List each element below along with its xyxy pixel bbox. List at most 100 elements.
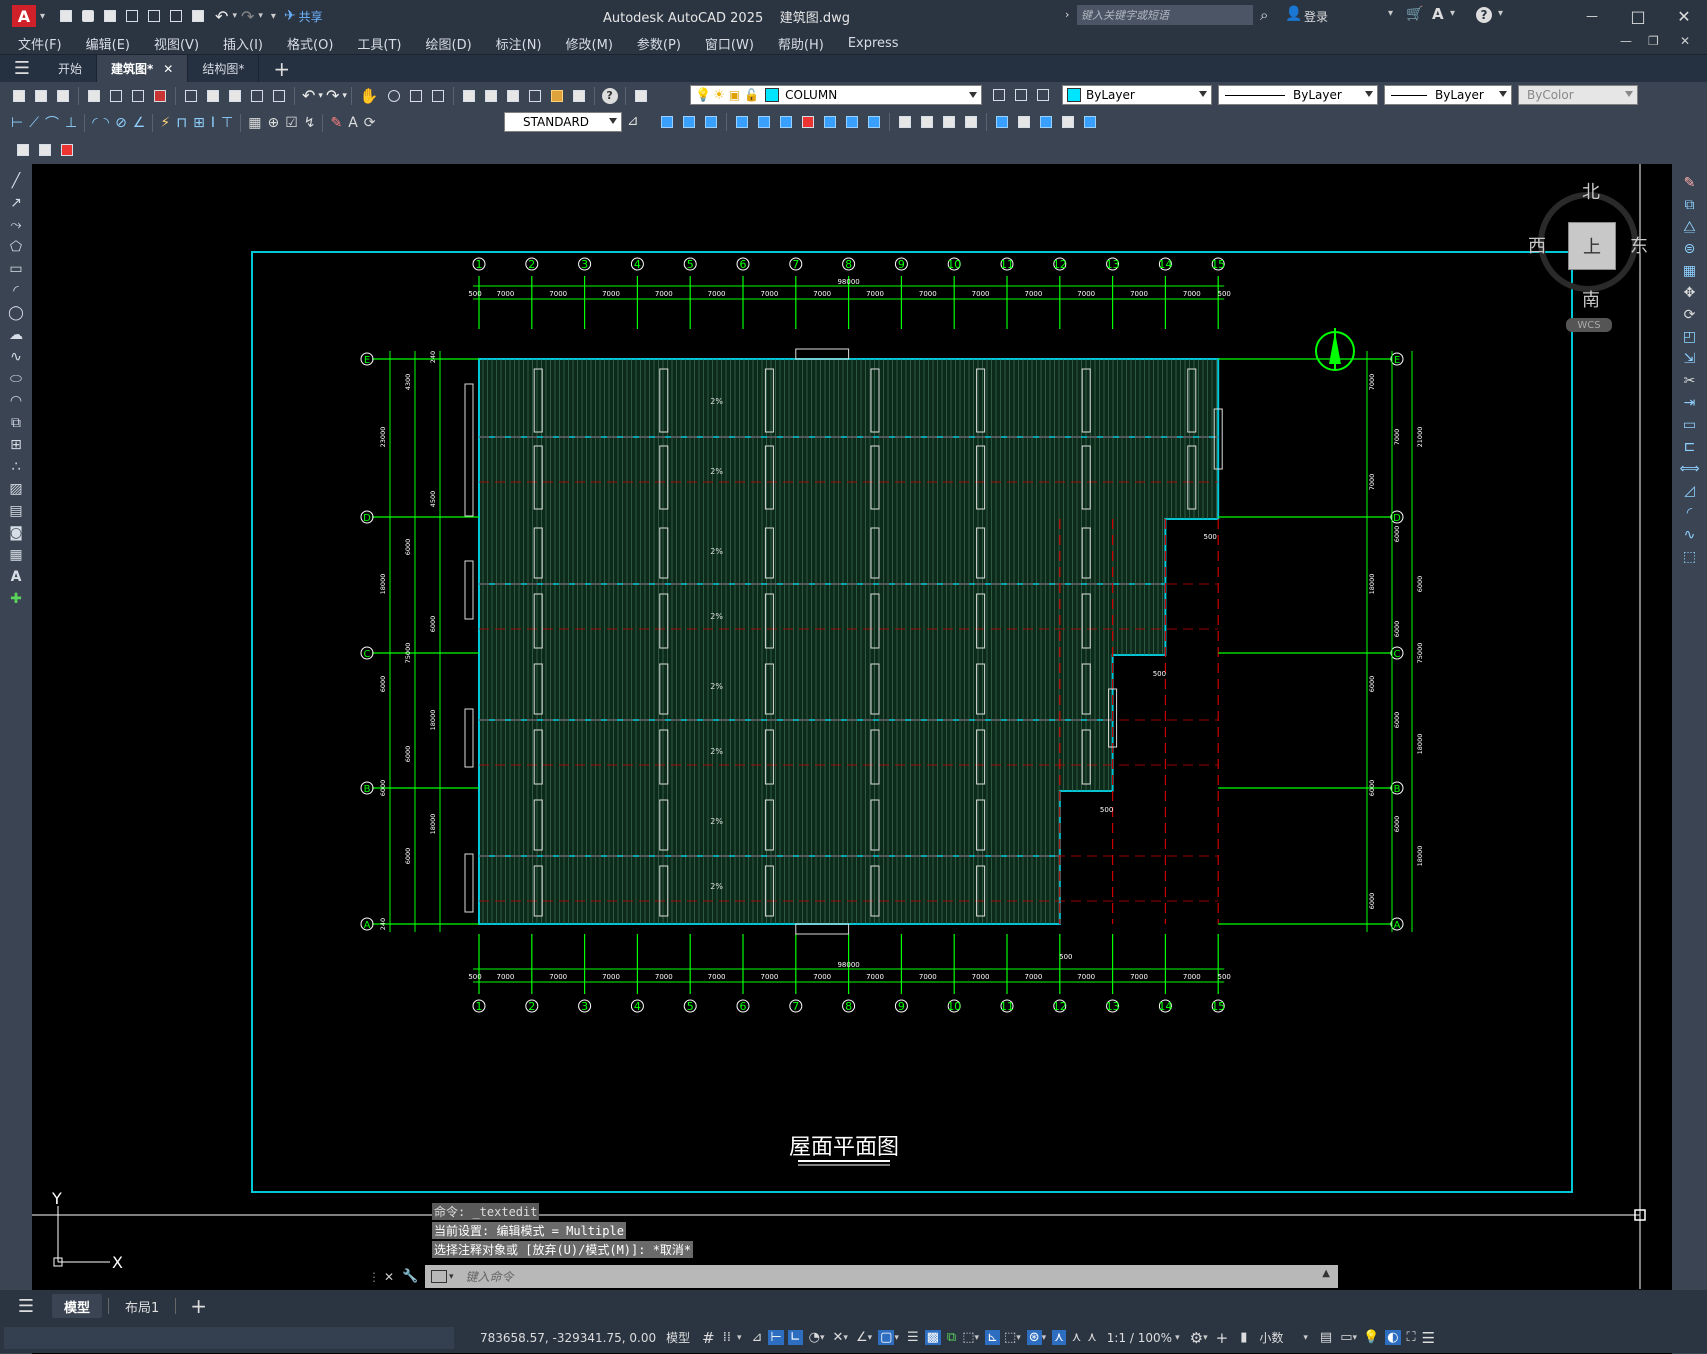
- point-icon[interactable]: ∴: [12, 456, 21, 478]
- graphics-performance-icon[interactable]: ◐: [1385, 1330, 1401, 1345]
- plot-preview-icon[interactable]: [107, 87, 125, 105]
- doc-minimize-icon[interactable]: —: [1620, 34, 1632, 48]
- layout-hamburger-icon[interactable]: ☰: [0, 1296, 52, 1317]
- match-properties-icon[interactable]: [248, 87, 266, 105]
- chevron-down-icon[interactable]: ▾: [1016, 1333, 1021, 1343]
- cart-icon[interactable]: 🛒: [1406, 6, 1423, 22]
- dimension-update-icon[interactable]: ⟳: [364, 115, 376, 131]
- transparency-icon[interactable]: ▩: [924, 1330, 941, 1345]
- open-icon[interactable]: [32, 87, 50, 105]
- login-button[interactable]: 登录: [1304, 8, 1328, 25]
- chevron-down-icon[interactable]: ▾: [820, 1333, 825, 1343]
- maximize-button[interactable]: □: [1615, 0, 1661, 32]
- menu-file[interactable]: 文件(F): [18, 34, 62, 53]
- 3d-osnap-icon[interactable]: ⬚: [962, 1330, 974, 1345]
- dimension-style-dropdown[interactable]: STANDARD: [504, 112, 622, 132]
- menu-format[interactable]: 格式(O): [287, 34, 333, 53]
- jogged-icon[interactable]: ◝: [104, 115, 109, 131]
- sweep-icon[interactable]: [777, 113, 795, 131]
- share-icon[interactable]: ✈: [284, 8, 296, 24]
- menu-parametric[interactable]: 参数(P): [637, 34, 681, 53]
- selection-filter-icon[interactable]: ⬚: [1004, 1330, 1016, 1345]
- 3d-rotate-icon[interactable]: [1015, 113, 1033, 131]
- lightbulb-on-icon[interactable]: 💡: [695, 88, 711, 103]
- revolve-icon[interactable]: [755, 113, 773, 131]
- open-folder-icon[interactable]: [79, 7, 97, 25]
- subtract-icon[interactable]: [821, 113, 839, 131]
- model-space-button[interactable]: 模型: [666, 1329, 690, 1346]
- menu-dimension[interactable]: 标注(N): [496, 34, 542, 53]
- cone-icon[interactable]: [702, 113, 720, 131]
- app-menu-button[interactable]: A: [12, 5, 36, 27]
- continue-icon[interactable]: ⊞: [193, 115, 205, 131]
- menu-insert[interactable]: 插入(I): [223, 34, 263, 53]
- new-file-icon[interactable]: [57, 7, 75, 25]
- print-icon[interactable]: [189, 7, 207, 25]
- chevron-down-icon[interactable]: ▾: [1388, 8, 1393, 19]
- user-icon[interactable]: 👤: [1285, 6, 1302, 22]
- mirror-icon[interactable]: ⧋: [1683, 216, 1696, 238]
- wedge-icon[interactable]: [680, 113, 698, 131]
- grid-icon[interactable]: #: [702, 1329, 715, 1347]
- command-input[interactable]: 键入命令: [466, 1268, 514, 1285]
- circle-icon[interactable]: ◯: [8, 302, 24, 324]
- web-mobile-icon[interactable]: [145, 7, 163, 25]
- autodesk-app-icon[interactable]: A: [1432, 5, 1444, 23]
- chevron-down-icon[interactable]: ▾: [342, 91, 347, 101]
- offset-icon[interactable]: ⊜: [1684, 238, 1696, 260]
- customization-icon[interactable]: ☰: [1422, 1329, 1435, 1347]
- section-icon[interactable]: [896, 113, 914, 131]
- doc-close-icon[interactable]: ✕: [1680, 34, 1690, 48]
- doc-restore-icon[interactable]: ❐: [1648, 34, 1659, 48]
- chevron-down-icon[interactable]: ▾: [318, 91, 323, 101]
- customize-wrench-icon[interactable]: 🔧: [402, 1269, 418, 1284]
- polygon-icon[interactable]: ⬠: [10, 236, 22, 258]
- multiline-text-icon[interactable]: A: [11, 566, 22, 588]
- close-command-icon[interactable]: ✕: [384, 1270, 394, 1284]
- menu-express[interactable]: Express: [848, 36, 899, 51]
- save-as-icon[interactable]: [123, 7, 141, 25]
- zoom-previous-icon[interactable]: [429, 87, 447, 105]
- construction-line-icon[interactable]: ↗: [10, 192, 22, 214]
- break-at-point-icon[interactable]: ▭: [1683, 414, 1696, 436]
- chevron-down-icon[interactable]: ▾: [737, 1333, 742, 1343]
- tab-structure[interactable]: 结构图*: [188, 55, 260, 82]
- 3d-array-icon[interactable]: [1059, 113, 1077, 131]
- menu-tools[interactable]: 工具(T): [357, 34, 401, 53]
- stretch-icon[interactable]: ⇲: [1684, 348, 1696, 370]
- lineweight-display-icon[interactable]: ☰: [907, 1330, 919, 1345]
- redo-icon[interactable]: ↷: [241, 7, 254, 26]
- isolate-objects-icon[interactable]: 💡: [1363, 1330, 1379, 1345]
- add-selected-icon[interactable]: ✚: [10, 588, 22, 610]
- ortho-icon[interactable]: ∟: [787, 1330, 803, 1345]
- menu-draw[interactable]: 绘图(D): [426, 34, 472, 53]
- linetype-dropdown[interactable]: ByLayer: [1218, 85, 1378, 105]
- wcs-menu[interactable]: WCS: [1566, 318, 1612, 332]
- close-button[interactable]: ✕: [1661, 0, 1707, 32]
- units-icon[interactable]: ▮: [1240, 1330, 1247, 1345]
- chevron-down-icon[interactable]: ▾: [232, 11, 237, 21]
- center-mark-icon[interactable]: ⊕: [267, 115, 279, 131]
- gradient-icon[interactable]: ▤: [9, 500, 22, 522]
- object-snap-tracking-icon[interactable]: ∠: [856, 1330, 868, 1345]
- viewcube-face[interactable]: 上: [1568, 222, 1616, 270]
- chevron-down-icon[interactable]: ▾: [1352, 1333, 1357, 1343]
- menu-help[interactable]: 帮助(H): [778, 34, 824, 53]
- compass-north[interactable]: 北: [1582, 178, 1600, 204]
- angular-icon[interactable]: ∠: [133, 115, 146, 131]
- erase-icon[interactable]: ✎: [1684, 172, 1696, 194]
- annotation-scale-value[interactable]: 1:1 / 100%: [1107, 1331, 1172, 1345]
- paste-icon[interactable]: [226, 87, 244, 105]
- dynamic-input-icon[interactable]: ⊢: [768, 1330, 784, 1345]
- save-icon[interactable]: [54, 87, 72, 105]
- chevron-down-icon[interactable]: ▾: [843, 1333, 848, 1343]
- markup-icon[interactable]: [548, 87, 566, 105]
- search-input[interactable]: 键入关键字或短语: [1077, 5, 1253, 25]
- inspection-icon[interactable]: ☑: [285, 115, 298, 131]
- viewcube[interactable]: 上 北 南 西 东 WCS: [1528, 176, 1648, 332]
- cut-icon[interactable]: [182, 87, 200, 105]
- layer-dropdown[interactable]: 💡 ☀ ▣ 🔓 COLUMN: [690, 85, 982, 105]
- workspace-gear-icon[interactable]: ⚙: [1190, 1329, 1203, 1347]
- pan-icon[interactable]: ✋: [360, 87, 379, 105]
- line-icon[interactable]: ╱: [12, 170, 20, 192]
